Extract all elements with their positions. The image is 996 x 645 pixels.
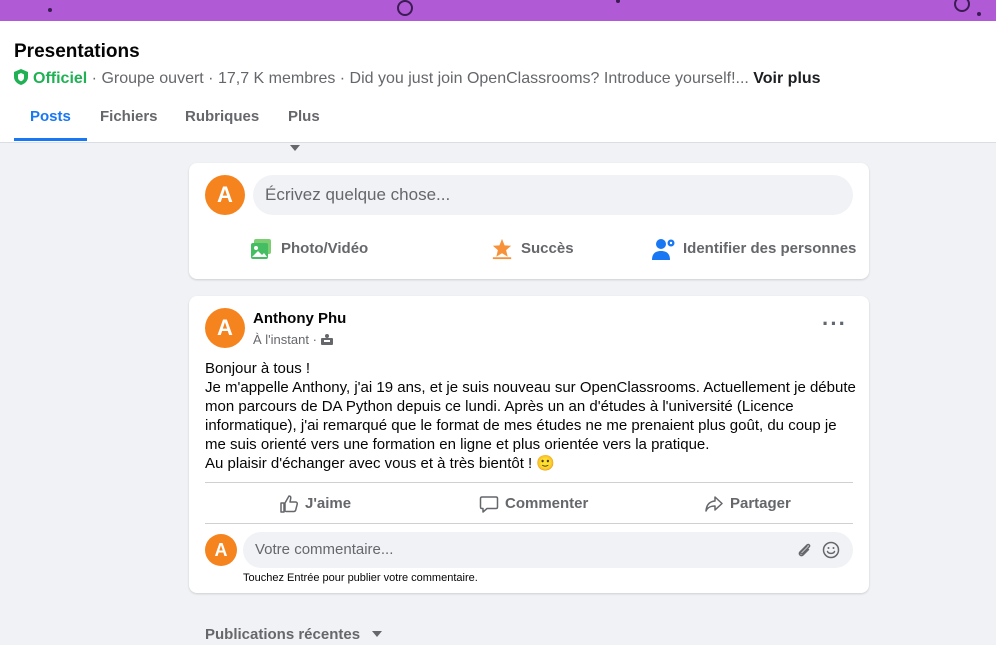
avatar[interactable]: A [205, 175, 245, 215]
post-card: A Anthony Phu À l'instant · ··· Bonjour … [189, 296, 869, 593]
tab-posts[interactable]: Posts [14, 101, 87, 141]
banner-decoration [397, 0, 413, 16]
banner-decoration [954, 0, 970, 12]
comment-input[interactable]: Votre commentaire... [243, 532, 853, 568]
post-time-label[interactable]: À l'instant · [253, 332, 321, 347]
banner-decoration [977, 12, 981, 16]
emoji-icon[interactable] [822, 541, 840, 559]
comment-icon [479, 496, 499, 513]
see-more-link[interactable]: Voir plus [753, 70, 820, 87]
share-button[interactable]: Partager [704, 484, 791, 524]
post-timestamp: À l'instant · [253, 332, 333, 347]
share-label: Partager [730, 495, 791, 512]
banner-decoration [616, 0, 620, 3]
post-text: Bonjour à tous ! Je m'appelle Anthony, j… [205, 360, 856, 472]
caret-down-icon [290, 145, 300, 151]
recent-posts-sort[interactable]: Publications récentes [205, 626, 383, 643]
share-icon [705, 496, 723, 512]
post-composer: A Écrivez quelque chose... Photo/Vidéo S… [189, 163, 869, 279]
group-title: Presentations [14, 41, 140, 62]
more-options-button[interactable]: ··· [822, 313, 847, 335]
achievement-button[interactable]: Succès [491, 229, 574, 269]
like-label: J'aime [305, 495, 352, 512]
divider [205, 482, 853, 483]
photo-video-label: Photo/Vidéo [281, 240, 369, 257]
achievement-label: Succès [521, 240, 574, 257]
group-description: · Groupe ouvert · 17,7 K membres · Did y… [87, 70, 754, 87]
tab-more-label: Plus [288, 108, 320, 125]
star-icon [492, 238, 512, 260]
recent-posts-label: Publications récentes [205, 626, 361, 643]
comment-label: Commenter [505, 495, 589, 512]
official-label: Officiel [33, 70, 88, 87]
tab-files[interactable]: Fichiers [84, 101, 174, 141]
divider [205, 523, 853, 524]
attachment-icon[interactable] [795, 541, 813, 559]
post-author[interactable]: Anthony Phu [253, 310, 346, 327]
cover-banner [0, 0, 996, 21]
photo-video-icon [251, 239, 271, 260]
tag-people-button[interactable]: Identifier des personnes [651, 229, 856, 269]
tag-people-label: Identifier des personnes [683, 240, 857, 257]
tag-people-icon [652, 239, 675, 261]
comment-button[interactable]: Commenter [479, 484, 588, 524]
thumbs-up-icon [280, 495, 299, 513]
caret-down-icon [372, 631, 383, 637]
comment-placeholder: Votre commentaire... [255, 541, 394, 558]
official-shield-icon [14, 69, 28, 85]
group-audience-icon [320, 334, 333, 345]
photo-video-button[interactable]: Photo/Vidéo [249, 229, 368, 269]
banner-decoration [48, 8, 52, 12]
like-button[interactable]: J'aime [279, 484, 351, 524]
group-header: Presentations Officiel · Groupe ouvert ·… [0, 21, 996, 151]
avatar[interactable]: A [205, 308, 245, 348]
tab-topics[interactable]: Rubriques [169, 101, 275, 141]
tab-more[interactable]: Plus [272, 101, 336, 151]
composer-input[interactable]: Écrivez quelque chose... [253, 175, 853, 215]
avatar[interactable]: A [205, 534, 237, 566]
comment-hint: Touchez Entrée pour publier votre commen… [243, 572, 478, 584]
group-meta: Officiel · Groupe ouvert · 17,7 K membre… [14, 69, 821, 88]
